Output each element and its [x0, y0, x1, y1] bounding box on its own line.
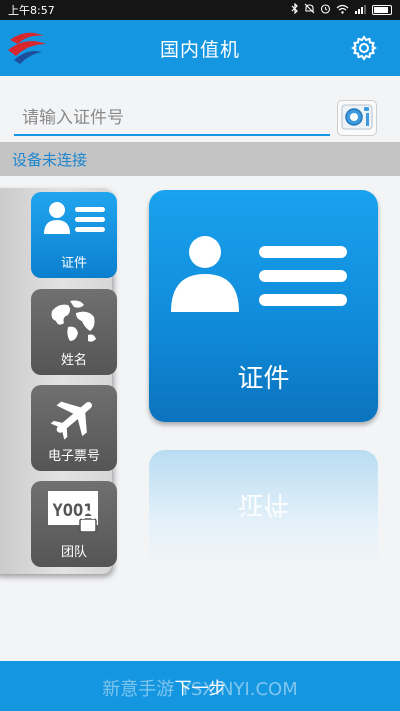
camera-icon [340, 101, 374, 135]
mute-icon [304, 3, 315, 17]
search-type-eticket-button[interactable]: 电子票号 [31, 385, 117, 471]
id-card-icon [167, 234, 357, 328]
app-header: 国内值机 [0, 20, 400, 76]
id-card-icon [39, 200, 109, 244]
search-type-label: 证件 [60, 256, 87, 271]
connection-status-bar: 设备未连接 [0, 142, 400, 176]
airplane-icon [48, 393, 100, 445]
next-step-label: 下一步 [174, 678, 226, 699]
search-type-label: 团队 [60, 545, 87, 560]
card-reflection: 证件 [149, 450, 378, 570]
search-type-label: 电子票号 [47, 449, 100, 464]
search-type-group-button[interactable]: YOO1 团队 [31, 481, 117, 567]
status-time: 上午8:57 [8, 4, 55, 17]
status-icons [291, 2, 392, 17]
airline-logo-icon [6, 30, 48, 66]
page-title: 国内值机 [159, 38, 240, 61]
bluetooth-icon [291, 2, 299, 17]
battery-icon [372, 5, 392, 15]
search-type-name-button[interactable]: 姓名 [31, 289, 117, 375]
connection-status-text: 设备未连接 [12, 150, 88, 169]
id-number-input[interactable] [14, 102, 330, 136]
globe-icon [48, 297, 100, 349]
search-row [0, 96, 400, 140]
status-bar: 上午8:57 [0, 0, 400, 20]
search-type-label: 姓名 [60, 353, 87, 368]
group-lock-icon: YOO1 [46, 489, 102, 539]
gear-icon[interactable] [350, 34, 378, 62]
selected-type-label: 证件 [237, 364, 290, 394]
scan-camera-button[interactable] [337, 100, 377, 136]
alarm-icon [320, 3, 331, 17]
selected-type-card: 证件 [149, 190, 378, 422]
reflection-label: 证件 [237, 489, 290, 519]
wifi-icon [336, 4, 349, 17]
signal-icon [354, 4, 367, 17]
search-type-id-button[interactable]: 证件 [31, 192, 117, 278]
